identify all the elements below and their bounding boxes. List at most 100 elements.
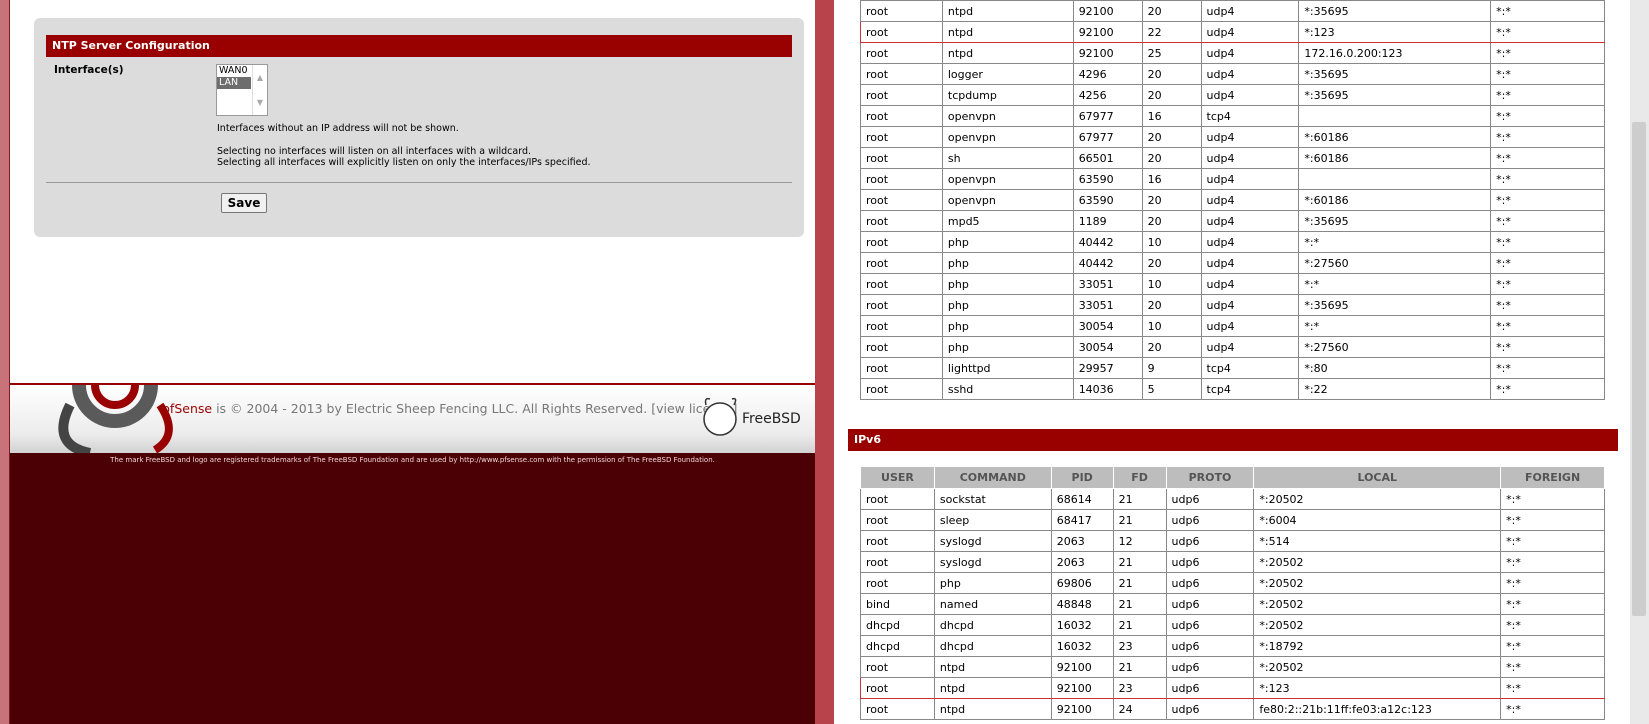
cell-pid: 66501 xyxy=(1072,147,1143,169)
pfsense-link[interactable]: pfSense xyxy=(162,401,212,416)
cell-user: root xyxy=(860,509,935,531)
cell-local: *:22 xyxy=(1298,378,1492,400)
cell-foreign: *:* xyxy=(1490,294,1605,316)
save-button[interactable]: Save xyxy=(221,193,267,213)
cell-foreign: *:* xyxy=(1490,42,1605,64)
cell-proto: udp4 xyxy=(1200,252,1300,274)
table-row: root ntpd 92100 23 udp6 *:123 *:* xyxy=(860,677,1605,699)
cell-command: lighttpd xyxy=(941,357,1074,379)
cell-fd: 20 xyxy=(1141,126,1202,148)
cell-fd: 20 xyxy=(1141,252,1202,274)
cell-fd: 20 xyxy=(1141,294,1202,316)
table-row: root php 30054 20 udp4 *:27560 *:* xyxy=(860,336,1605,358)
cell-command: php xyxy=(933,572,1052,594)
cell-command: sleep xyxy=(933,509,1052,531)
cell-user: root xyxy=(860,63,943,85)
cell-local: *:35695 xyxy=(1298,63,1492,85)
cell-user: root xyxy=(860,336,943,358)
cell-foreign: *:* xyxy=(1490,252,1605,274)
table-row: root ntpd 92100 24 udp6 fe80:2::21b:11ff:fe03… xyxy=(860,698,1605,720)
cell-fd: 16 xyxy=(1141,105,1202,127)
table-row: root php 30054 10 udp4 *:* *:* xyxy=(860,315,1605,337)
cell-foreign: *:* xyxy=(1490,357,1605,379)
cell-pid: 48848 xyxy=(1050,593,1114,615)
table-row: root ntpd 92100 21 udp6 *:20502 *:* xyxy=(860,656,1605,678)
listbox-scrollbar[interactable]: ▲ ▼ xyxy=(252,65,267,115)
interface-option-wan0[interactable]: WAN0 xyxy=(217,65,251,77)
cell-foreign: *:* xyxy=(1500,698,1605,720)
cell-local: *:123 xyxy=(1298,21,1492,43)
cell-command: ntpd xyxy=(933,656,1052,678)
cell-command: sockstat xyxy=(933,488,1052,510)
cell-local xyxy=(1298,168,1492,190)
cell-command: php xyxy=(941,315,1074,337)
cell-fd: 10 xyxy=(1141,231,1202,253)
cell-foreign: *:* xyxy=(1490,168,1605,190)
cell-proto: udp6 xyxy=(1165,656,1255,678)
interfaces-listbox[interactable]: WAN0 LAN ▲ ▼ xyxy=(216,64,268,116)
cell-pid: 33051 xyxy=(1072,294,1143,316)
cell-local: *:27560 xyxy=(1298,252,1492,274)
cell-foreign: *:* xyxy=(1490,21,1605,43)
ipv6-sockets-table: USER COMMAND PID FD PROTO LOCAL FOREIGN … xyxy=(860,466,1605,720)
cell-foreign: *:* xyxy=(1490,105,1605,127)
cell-user: root xyxy=(860,21,943,43)
table-row: root php 40442 20 udp4 *:27560 *:* xyxy=(860,252,1605,274)
column-header-fd[interactable]: FD xyxy=(1112,466,1167,489)
cell-command: named xyxy=(933,593,1052,615)
scroll-down-arrow-icon[interactable]: ▼ xyxy=(253,90,267,115)
cell-fd: 20 xyxy=(1141,84,1202,106)
cell-foreign: *:* xyxy=(1490,210,1605,232)
table-row: root mpd5 1189 20 udp4 *:35695 *:* xyxy=(860,210,1605,232)
cell-user: root xyxy=(860,84,943,106)
column-header-local[interactable]: LOCAL xyxy=(1253,466,1502,489)
column-header-proto[interactable]: PROTO xyxy=(1165,466,1255,489)
cell-pid: 1189 xyxy=(1072,210,1143,232)
cell-local: *:35695 xyxy=(1298,0,1492,22)
scroll-up-arrow-icon[interactable]: ▲ xyxy=(253,65,267,90)
cell-pid: 16032 xyxy=(1050,635,1114,657)
cell-foreign: *:* xyxy=(1500,677,1605,699)
cell-user: root xyxy=(860,551,935,573)
column-header-command[interactable]: COMMAND xyxy=(933,466,1052,489)
cell-command: openvpn xyxy=(941,189,1074,211)
scrollbar-thumb[interactable] xyxy=(1632,122,1646,616)
table-row: bind named 48848 21 udp6 *:20502 *:* xyxy=(860,593,1605,615)
cell-fd: 23 xyxy=(1112,677,1167,699)
column-header-user[interactable]: USER xyxy=(860,466,935,489)
cell-fd: 10 xyxy=(1141,273,1202,295)
cell-local: *:20502 xyxy=(1253,572,1502,594)
cell-fd: 23 xyxy=(1112,635,1167,657)
cell-foreign: *:* xyxy=(1500,656,1605,678)
cell-pid: 14036 xyxy=(1072,378,1143,400)
column-header-pid[interactable]: PID xyxy=(1050,466,1114,489)
table-row: root logger 4296 20 udp4 *:35695 *:* xyxy=(860,63,1605,85)
cell-user: root xyxy=(860,189,943,211)
biohazard-logo-icon xyxy=(58,385,173,455)
interface-option-lan[interactable]: LAN xyxy=(217,77,251,89)
trademark-notice: The mark FreeBSD and logo are registered… xyxy=(110,456,715,464)
page-scrollbar[interactable] xyxy=(1630,0,1649,724)
cell-user: root xyxy=(860,168,943,190)
cell-fd: 21 xyxy=(1112,509,1167,531)
cell-local: *:20502 xyxy=(1253,614,1502,636)
cell-proto: udp6 xyxy=(1165,614,1255,636)
cell-user: root xyxy=(860,656,935,678)
cell-proto: udp4 xyxy=(1200,336,1300,358)
cell-local: *:123 xyxy=(1253,677,1502,699)
cell-pid: 69806 xyxy=(1050,572,1114,594)
cell-command: ntpd xyxy=(933,698,1052,720)
cell-proto: udp4 xyxy=(1200,21,1300,43)
cell-pid: 67977 xyxy=(1072,105,1143,127)
column-header-foreign[interactable]: FOREIGN xyxy=(1500,466,1605,489)
cell-command: php xyxy=(941,294,1074,316)
cell-command: mpd5 xyxy=(941,210,1074,232)
table-row: root lighttpd 29957 9 tcp4 *:80 *:* xyxy=(860,357,1605,379)
cell-foreign: *:* xyxy=(1490,189,1605,211)
footer-background: The mark FreeBSD and logo are registered… xyxy=(10,453,815,724)
cell-proto: udp4 xyxy=(1200,84,1300,106)
cell-command: ntpd xyxy=(941,21,1074,43)
cell-user: root xyxy=(860,147,943,169)
cell-local: *:514 xyxy=(1253,530,1502,552)
cell-foreign: *:* xyxy=(1500,635,1605,657)
